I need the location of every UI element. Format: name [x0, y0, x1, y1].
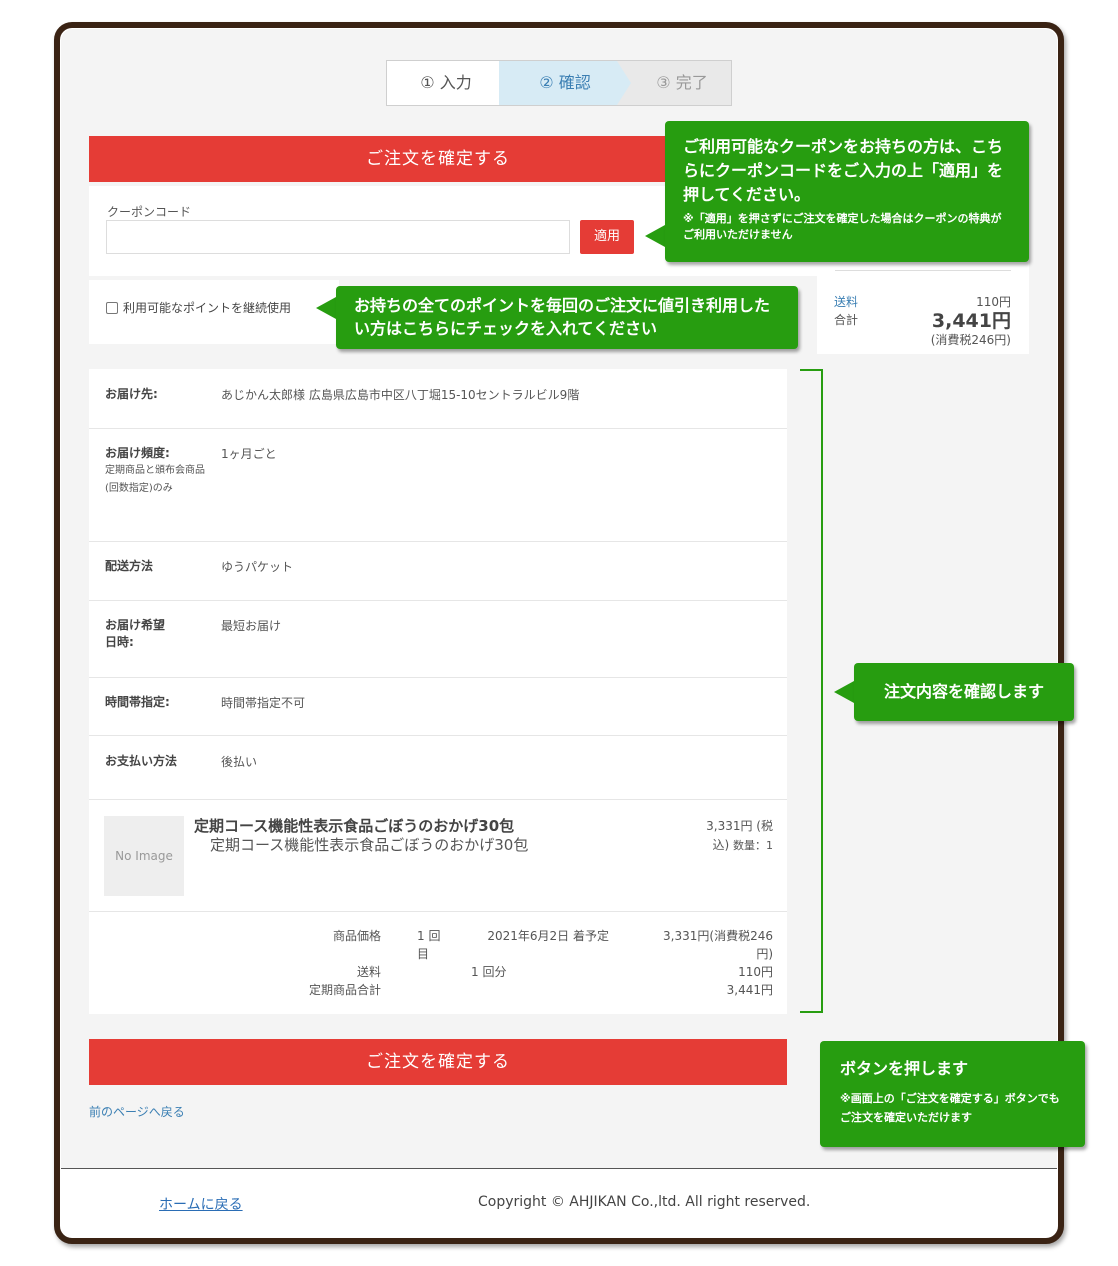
points-checkbox[interactable] [106, 301, 118, 314]
back-link[interactable]: 前のページへ戻る [89, 1103, 185, 1120]
points-checkbox-row[interactable]: 利用可能なポイントを継続使用 [106, 299, 291, 316]
callout-arrow-coupon [645, 225, 665, 247]
totals-times: 1 回目 [417, 929, 441, 961]
detail-row-delivery-date: お届け希望日時: 最短お届け [89, 601, 787, 678]
coupon-label: クーポンコード [107, 205, 192, 219]
detail-row-frequency: お届け頻度: 定期商品と頒布会商品(回数指定)のみ 1ヶ月ごと [89, 429, 787, 542]
totals-price-value: 3,331円(消費税246円) [663, 929, 773, 961]
product-subtitle: 定期コース機能性表示食品ごぼうのおかげ30包 [210, 836, 529, 854]
summary-total-label: 合計 [834, 313, 859, 327]
details-bracket [800, 369, 823, 1013]
totals-subtotal-value: 3,441円 [726, 983, 773, 997]
totals-price-label: 商品価格 [332, 929, 381, 943]
summary-shipping-label: 送料 [834, 295, 859, 309]
detail-row-time-slot: 時間帯指定: 時間帯指定不可 [89, 678, 787, 736]
product-image: No Image [104, 816, 184, 896]
detail-row-payment: お支払い方法 後払い [89, 736, 787, 800]
callout-coupon: ご利用可能なクーポンをお持ちの方は、こちらにクーポンコードをご入力の上「適用」を… [665, 121, 1029, 262]
callout-arrow-confirm [834, 681, 854, 703]
checkout-stepper: ① 入力 ② 確認 ③ 完了 [386, 60, 732, 106]
footer-divider [61, 1168, 1057, 1169]
product-title: 定期コース機能性表示食品ごぼうのおかげ30包 [194, 817, 515, 835]
step-input: ① 入力 [387, 61, 505, 105]
totals-subtotal-label: 定期商品合計 [308, 983, 381, 997]
callout-button: ボタンを押します ※画面上の「ご注文を確定する」ボタンでもご注文を確定いただけま… [820, 1041, 1085, 1147]
coupon-apply-button[interactable]: 適用 [580, 220, 634, 254]
product-price: 3,331円 (税込) 数量：1 [706, 819, 773, 852]
callout-confirm-contents: 注文内容を確認します [854, 663, 1074, 721]
detail-row-shipping-method: 配送方法 ゆうパケット [89, 542, 787, 601]
totals-shipping-times: 1 回分 [471, 965, 507, 979]
coupon-input[interactable] [106, 220, 570, 254]
copyright-text: Copyright © AHJIKAN Co.,ltd. All right r… [478, 1194, 811, 1210]
step-confirm: ② 確認 [513, 61, 617, 105]
order-summary: 送料 110円 合計 3,441円 (消費税246円) [817, 248, 1029, 354]
totals-shipping-value: 110円 [738, 965, 773, 979]
order-details: お届け先: あじかん太郎様 広島県広島市中区八丁堀15-10セントラルビル9階 … [89, 369, 787, 1014]
step-complete: ③ 完了 [656, 73, 708, 92]
callout-arrow-points [316, 297, 336, 319]
totals-date: 2021年6月2日 着予定 [487, 929, 609, 943]
totals-shipping-label: 送料 [356, 965, 381, 979]
summary-total-value: 3,441円 [931, 310, 1011, 332]
confirm-order-button-bottom[interactable]: ご注文を確定する [89, 1039, 787, 1085]
summary-tax-note: (消費税246円) [930, 333, 1011, 347]
callout-points: お持ちの全てのポイントを毎回のご注文に値引き利用したい方はこちらにチェックを入れ… [336, 286, 798, 349]
home-link[interactable]: ホームに戻る [159, 1194, 243, 1214]
points-checkbox-label: 利用可能なポイントを継続使用 [123, 301, 292, 315]
product-qty: 数量：1 [733, 839, 773, 852]
detail-row-address: お届け先: あじかん太郎様 広島県広島市中区八丁堀15-10セントラルビル9階 [89, 369, 787, 429]
